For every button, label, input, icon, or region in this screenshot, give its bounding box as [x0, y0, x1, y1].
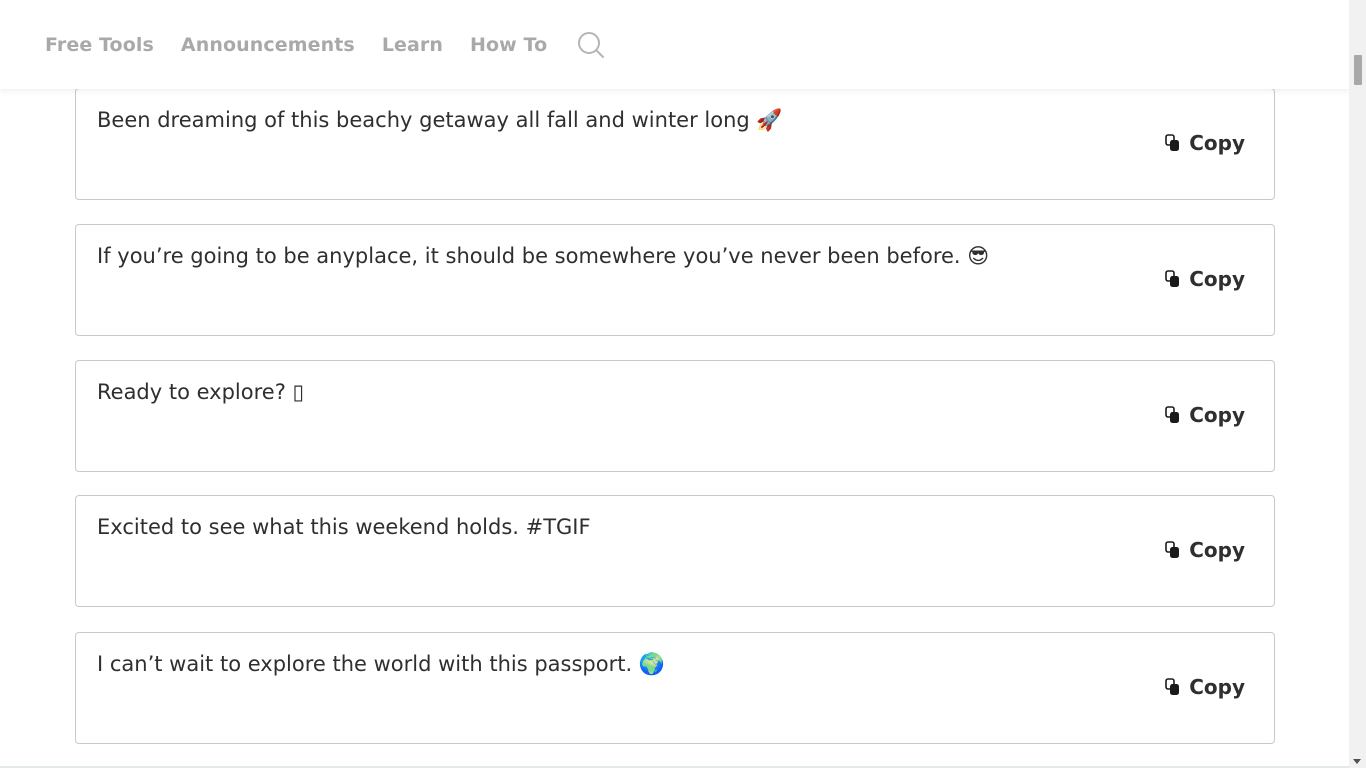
- nav-link-learn[interactable]: Learn: [382, 34, 443, 56]
- caption-text: I can’t wait to explore the world with t…: [97, 652, 665, 676]
- nav-link-announcements[interactable]: Announcements: [181, 34, 355, 56]
- caption-card: Excited to see what this weekend holds. …: [75, 495, 1275, 607]
- caption-text: Ready to explore? ▯: [97, 380, 305, 404]
- caption-card: Ready to explore? ▯ Copy: [75, 360, 1275, 472]
- search-icon[interactable]: [576, 30, 606, 60]
- copy-icon: [1165, 541, 1181, 559]
- copy-label: Copy: [1189, 403, 1245, 427]
- caption-text: Been dreaming of this beachy getaway all…: [97, 108, 783, 132]
- page: Free Tools Announcements Learn How To Be…: [0, 0, 1366, 768]
- caption-card: Been dreaming of this beachy getaway all…: [75, 88, 1275, 200]
- caption-text: If you’re going to be anyplace, it shoul…: [97, 244, 990, 268]
- caption-card: I can’t wait to explore the world with t…: [75, 632, 1275, 744]
- caption-text: Excited to see what this weekend holds. …: [97, 515, 591, 539]
- scrollbar-thumb[interactable]: [1354, 55, 1362, 85]
- top-navigation: Free Tools Announcements Learn How To: [0, 0, 1349, 89]
- copy-icon: [1165, 134, 1181, 152]
- nav-link-how-to[interactable]: How To: [470, 34, 547, 56]
- copy-button[interactable]: Copy: [1165, 266, 1245, 292]
- copy-button[interactable]: Copy: [1165, 674, 1245, 700]
- copy-button[interactable]: Copy: [1165, 537, 1245, 563]
- copy-label: Copy: [1189, 538, 1245, 562]
- caption-card: If you’re going to be anyplace, it shoul…: [75, 224, 1275, 336]
- nav-link-free-tools[interactable]: Free Tools: [45, 34, 154, 56]
- copy-button[interactable]: Copy: [1165, 130, 1245, 156]
- copy-button[interactable]: Copy: [1165, 402, 1245, 428]
- copy-icon: [1165, 406, 1181, 424]
- copy-icon: [1165, 270, 1181, 288]
- copy-label: Copy: [1189, 675, 1245, 699]
- scroll-down-arrow-icon[interactable]: [1353, 759, 1361, 764]
- vertical-scrollbar[interactable]: [1349, 0, 1366, 768]
- copy-label: Copy: [1189, 267, 1245, 291]
- copy-icon: [1165, 678, 1181, 696]
- copy-label: Copy: [1189, 131, 1245, 155]
